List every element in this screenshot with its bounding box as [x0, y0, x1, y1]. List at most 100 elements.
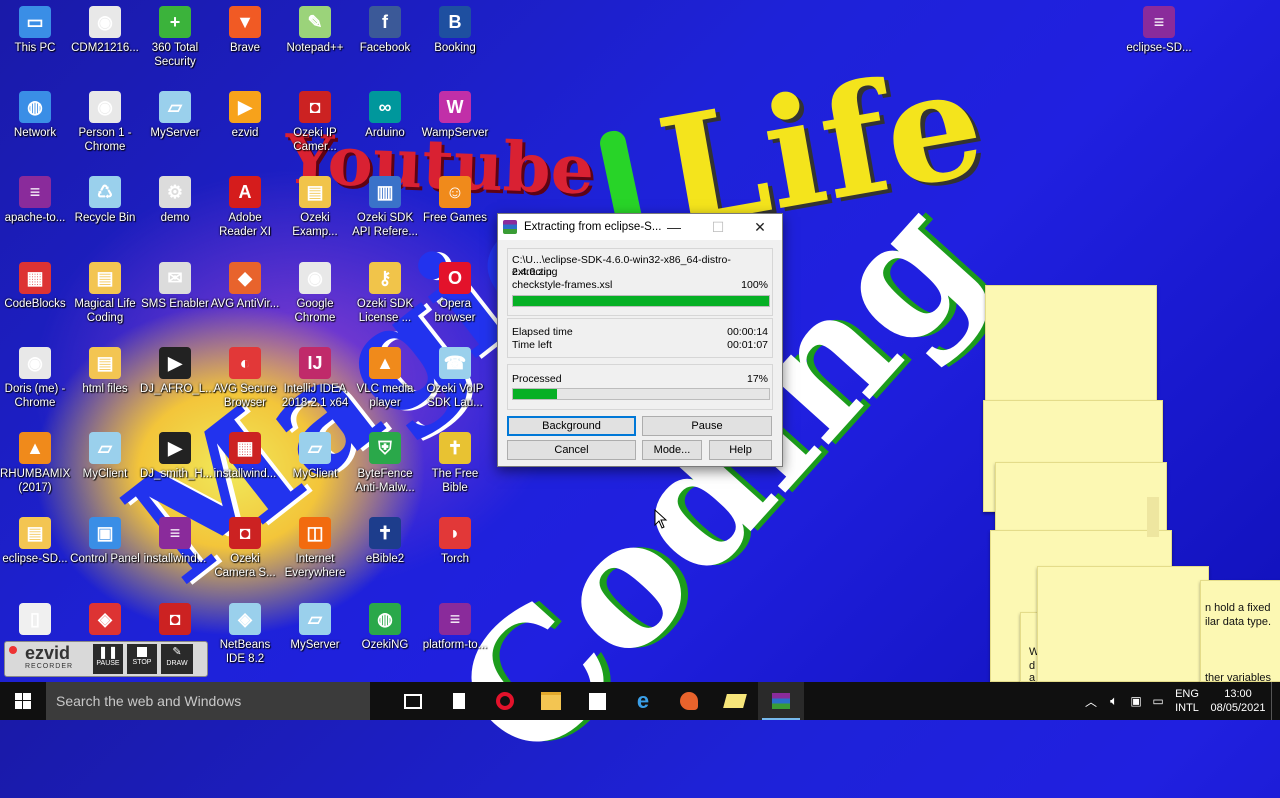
- desktop-icon[interactable]: ▦ installwind...: [210, 432, 280, 481]
- sticky-note[interactable]: n hold a fixed ilar data type. ther vari…: [1200, 580, 1280, 684]
- file-percent: 100%: [741, 279, 768, 291]
- dialog-titlebar[interactable]: Extracting from eclipse-S... — ☐ ✕: [498, 214, 782, 240]
- chevron-up-icon[interactable]: ︿: [1079, 693, 1103, 710]
- desktop-icon[interactable]: ▶ DJ_smith_H...: [140, 432, 212, 481]
- desktop-icon[interactable]: ◍ OzekiNG: [350, 603, 420, 652]
- background-button[interactable]: Background: [507, 416, 636, 436]
- desktop-icon[interactable]: W WampServer: [420, 91, 490, 140]
- desktop-icon[interactable]: O Opera browser: [420, 262, 490, 325]
- desktop-icon[interactable]: B Booking: [420, 6, 490, 55]
- desktop-icon-label: demo: [160, 212, 190, 224]
- desktop-icon[interactable]: ◘ Ozeki IP Camer...: [280, 91, 350, 154]
- desktop-icon[interactable]: ◈: [70, 603, 140, 638]
- desktop-icon[interactable]: ▼ Brave: [210, 6, 280, 55]
- desktop-icon[interactable]: ◉ Google Chrome: [280, 262, 350, 325]
- desktop-icon[interactable]: ✝ The Free Bible: [420, 432, 490, 495]
- desktop-icon[interactable]: A Adobe Reader XI: [210, 176, 280, 239]
- desktop-icon[interactable]: ▶ DJ_AFRO_L...: [140, 347, 215, 396]
- desktop-icon[interactable]: ▱ MyServer: [280, 603, 350, 652]
- desktop-icon[interactable]: ✉ SMS Enabler: [140, 262, 210, 311]
- desktop-icon[interactable]: ▱ MyServer: [140, 91, 210, 140]
- file-progress-bar: [512, 295, 770, 307]
- show-desktop-button[interactable]: [1271, 682, 1280, 720]
- desktop-icon[interactable]: ▱ MyClient: [280, 432, 350, 481]
- desktop-icon-label: Booking: [434, 42, 476, 54]
- speaker-icon[interactable]: 🔈︎: [1103, 693, 1125, 709]
- desktop-icon[interactable]: ◈ NetBeans IDE 8.2: [210, 603, 280, 666]
- taskbar-edge[interactable]: e: [620, 682, 666, 720]
- desktop-icon[interactable]: ☺ Free Games: [420, 176, 490, 225]
- desktop-icon[interactable]: ✝ eBible2: [350, 517, 420, 566]
- minimize-button[interactable]: —: [652, 214, 696, 240]
- taskbar-notepad[interactable]: [436, 682, 482, 720]
- task-view-button[interactable]: [390, 682, 436, 720]
- notification-message-icon[interactable]: ▭: [1147, 694, 1169, 708]
- desktop-icon[interactable]: ◗ Torch: [420, 517, 490, 566]
- desktop-icon[interactable]: ◉ Doris (me) - Chrome: [0, 347, 70, 410]
- desktop-icon-label: MyServer: [290, 639, 340, 651]
- desktop-icon[interactable]: ◘ Ozeki Camera S...: [210, 517, 280, 580]
- ezvid-draw-button[interactable]: ✎ DRAW: [161, 644, 193, 674]
- desktop-icon[interactable]: ♺ Recycle Bin: [70, 176, 140, 225]
- mode-button[interactable]: Mode...: [642, 440, 702, 460]
- desktop-icon[interactable]: ▣ Control Panel: [70, 517, 140, 566]
- desktop-icon[interactable]: ≡ platform-to...: [420, 603, 490, 652]
- desktop-icon[interactable]: ▭ This PC: [0, 6, 70, 55]
- desktop-icon[interactable]: ◐ AVG Secure Browser: [210, 347, 280, 410]
- desktop-icon[interactable]: ∞ Arduino: [350, 91, 420, 140]
- camera-icon: ◘: [229, 517, 261, 549]
- desktop-icon[interactable]: ▲ RHUMBAMIX (2017): [0, 432, 70, 495]
- desktop-icon[interactable]: +360 Total Security: [140, 6, 210, 69]
- pause-button[interactable]: Pause: [642, 416, 772, 436]
- desktop-icon[interactable]: ◫ Internet Everywhere: [280, 517, 350, 580]
- desktop-icon[interactable]: ⛨ ByteFence Anti-Malw...: [350, 432, 420, 495]
- desktop-icon[interactable]: ≡ eclipse-SD...: [1124, 6, 1194, 55]
- language-indicator[interactable]: ENG INTL: [1169, 687, 1205, 715]
- desktop-icon[interactable]: ≡ apache-to...: [0, 176, 70, 225]
- elapsed-value: 00:00:14: [727, 326, 768, 338]
- desktop-icon[interactable]: ▥ Ozeki SDK API Refere...: [350, 176, 420, 239]
- taskbar-media-app[interactable]: [666, 682, 712, 720]
- desktop-icon[interactable]: ▤ html files: [70, 347, 140, 396]
- desktop-icon-label: eclipse-SD...: [1126, 42, 1192, 54]
- maximize-button[interactable]: ☐: [696, 214, 740, 240]
- taskbar-winrar[interactable]: [758, 682, 804, 720]
- desktop-icon[interactable]: ◘: [140, 603, 210, 638]
- desktop-icon[interactable]: ▯: [0, 603, 70, 638]
- desktop-icon[interactable]: ☎ Ozeki VoIP SDK Lau...: [420, 347, 490, 410]
- sticky-note[interactable]: [1037, 566, 1209, 682]
- desktop-icon[interactable]: ▶ ezvid: [210, 91, 280, 140]
- desktop-icon[interactable]: ◉ CDM21216...: [70, 6, 140, 55]
- network-disconnected-icon[interactable]: ▣: [1125, 694, 1147, 708]
- desktop-icon-label: AVG Secure Browser: [213, 383, 277, 409]
- taskbar-store[interactable]: [574, 682, 620, 720]
- desktop-icon[interactable]: IJ IntelliJ IDEA 2018.2.1 x64: [280, 347, 350, 410]
- cancel-button[interactable]: Cancel: [507, 440, 636, 460]
- ezvid-stop-button[interactable]: STOP: [127, 644, 157, 674]
- desktop-icon[interactable]: ▤ eclipse-SD...: [0, 517, 70, 566]
- ezvid-pause-button[interactable]: ❚❚ PAUSE: [93, 644, 123, 674]
- taskbar-file-explorer[interactable]: [528, 682, 574, 720]
- clock[interactable]: 13:00 08/05/2021: [1205, 687, 1271, 715]
- processed-percent: 17%: [746, 373, 768, 385]
- help-button[interactable]: Help: [709, 440, 772, 460]
- desktop-icon[interactable]: ▤ Ozeki Examp...: [280, 176, 350, 239]
- desktop-icon[interactable]: ⚙ demo: [140, 176, 210, 225]
- desktop-icon[interactable]: ◉ Person 1 - Chrome: [70, 91, 140, 154]
- start-button[interactable]: [0, 682, 46, 720]
- desktop-icon[interactable]: ⚷ Ozeki SDK License ...: [350, 262, 420, 325]
- taskbar-opera[interactable]: [482, 682, 528, 720]
- taskbar-sticky-notes[interactable]: [712, 682, 758, 720]
- close-button[interactable]: ✕: [738, 214, 782, 240]
- desktop-icon[interactable]: ▤ Magical Life Coding: [70, 262, 140, 325]
- desktop-icon[interactable]: ◆ AVG AntiVir...: [210, 262, 280, 311]
- desktop-icon[interactable]: ◍ Network: [0, 91, 70, 140]
- taskbar-search-box[interactable]: Search the web and Windows: [46, 682, 370, 720]
- desktop-icon[interactable]: ✎ Notepad++: [280, 6, 350, 55]
- desktop-icon[interactable]: ≡ installwind...: [140, 517, 210, 566]
- desktop-icon[interactable]: ▲ VLC media player: [350, 347, 420, 410]
- desktop-icon[interactable]: ▦ CodeBlocks: [0, 262, 70, 311]
- desktop-icon[interactable]: f Facebook: [350, 6, 420, 55]
- sticky-scrollbar[interactable]: [1147, 497, 1159, 537]
- desktop-icon[interactable]: ▱ MyClient: [70, 432, 140, 481]
